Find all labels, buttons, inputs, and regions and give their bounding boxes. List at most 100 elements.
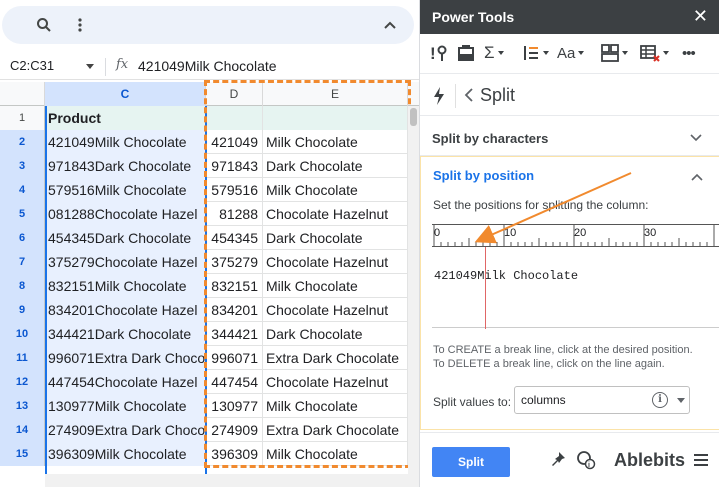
pin-icon[interactable] xyxy=(550,451,566,472)
info-icon[interactable]: i xyxy=(652,392,668,408)
split-values-select[interactable]: columns i xyxy=(514,386,690,414)
chevron-up-icon[interactable] xyxy=(691,169,703,181)
row-number[interactable]: 13 xyxy=(0,394,45,418)
cell[interactable]: 454345Dark Chocolate xyxy=(45,226,206,250)
row-number[interactable]: 11 xyxy=(0,346,45,370)
text-icon[interactable] xyxy=(522,42,549,64)
cell[interactable]: 421049 xyxy=(206,130,263,154)
row-number[interactable]: 7 xyxy=(0,250,45,274)
cell[interactable]: 396309Milk Chocolate xyxy=(45,442,206,466)
cell[interactable]: Chocolate Hazelnut xyxy=(263,298,408,322)
row-number[interactable]: 14 xyxy=(0,418,45,442)
cell[interactable]: 454345 xyxy=(206,226,263,250)
row-number[interactable]: 12 xyxy=(0,370,45,394)
cell[interactable]: 081288Chocolate Hazel xyxy=(45,202,206,226)
formulas-sigma-icon[interactable]: Σ xyxy=(484,42,504,64)
cell[interactable]: Milk Chocolate xyxy=(263,442,408,466)
cell[interactable]: 971843 xyxy=(206,154,263,178)
cell[interactable]: 996071 xyxy=(206,346,263,370)
cell[interactable]: Product xyxy=(45,106,206,130)
cell[interactable]: 447454 xyxy=(206,370,263,394)
break-line[interactable] xyxy=(485,247,486,329)
formula-input[interactable]: 421049Milk Chocolate xyxy=(138,58,277,74)
cell[interactable]: 396309 xyxy=(206,442,263,466)
corner-cell[interactable] xyxy=(0,82,45,106)
vertical-scrollbar[interactable] xyxy=(408,106,419,478)
horizontal-scrollbar[interactable] xyxy=(45,474,419,487)
cell[interactable]: 344421 xyxy=(206,322,263,346)
cell[interactable] xyxy=(263,106,408,130)
cell[interactable]: 344421Dark Chocolate xyxy=(45,322,206,346)
collapse-chevron-icon[interactable] xyxy=(380,15,400,35)
cell[interactable]: Dark Chocolate xyxy=(263,322,408,346)
namebox-dropdown-icon[interactable] xyxy=(86,64,94,69)
dropdown-arrow-icon[interactable] xyxy=(677,398,685,403)
cell[interactable]: 274909Extra Dark Choco xyxy=(45,418,206,442)
back-chevron-icon[interactable] xyxy=(464,83,474,108)
row-number[interactable]: 8 xyxy=(0,274,45,298)
cell[interactable]: Milk Chocolate xyxy=(263,178,408,202)
row-number[interactable]: 4 xyxy=(0,178,45,202)
cell[interactable]: 834201 xyxy=(206,298,263,322)
cell[interactable]: 81288 xyxy=(206,202,263,226)
close-icon[interactable]: ✕ xyxy=(693,6,708,27)
row-number[interactable]: 2 xyxy=(0,130,45,154)
position-ruler[interactable]: 0 10 20 30 xyxy=(432,225,719,247)
column-header-e[interactable]: E xyxy=(263,82,408,106)
row-number[interactable]: 1 xyxy=(0,106,45,130)
cell[interactable]: Milk Chocolate xyxy=(263,274,408,298)
tools-icon[interactable]: ! xyxy=(430,42,450,64)
cell[interactable]: 579516 xyxy=(206,178,263,202)
scroll-thumb[interactable] xyxy=(410,108,417,126)
cell[interactable]: Extra Dark Chocolate xyxy=(263,418,408,442)
cell[interactable]: Milk Chocolate xyxy=(263,130,408,154)
cell[interactable]: 375279 xyxy=(206,250,263,274)
table-icon[interactable] xyxy=(640,42,669,64)
lightning-icon[interactable] xyxy=(432,86,446,106)
clear-icon[interactable] xyxy=(457,42,475,64)
cell[interactable] xyxy=(206,106,263,130)
cell[interactable]: 447454Chocolate Hazel xyxy=(45,370,206,394)
cell[interactable]: Chocolate Hazelnut xyxy=(263,250,408,274)
cell[interactable]: 832151Milk Chocolate xyxy=(45,274,206,298)
split-by-characters-section[interactable]: Split by characters xyxy=(420,120,719,156)
help-icon[interactable]: i xyxy=(576,450,596,473)
chevron-down-icon[interactable] xyxy=(690,130,702,142)
cell[interactable]: 579516Milk Chocolate xyxy=(45,178,206,202)
section-label[interactable]: Split by characters xyxy=(432,131,548,146)
cell[interactable]: 832151 xyxy=(206,274,263,298)
cell[interactable]: Chocolate Hazelnut xyxy=(263,370,408,394)
cell[interactable]: 996071Extra Dark Choco xyxy=(45,346,206,370)
row-number[interactable]: 10 xyxy=(0,322,45,346)
cell[interactable]: 274909 xyxy=(206,418,263,442)
row-number[interactable]: 6 xyxy=(0,226,45,250)
cell[interactable]: Milk Chocolate xyxy=(263,394,408,418)
menu-icon[interactable] xyxy=(694,454,708,466)
cell[interactable]: Dark Chocolate xyxy=(263,226,408,250)
cell[interactable]: 834201Chocolate Hazel xyxy=(45,298,206,322)
search-icon[interactable] xyxy=(34,15,54,35)
table-row: 15 396309Milk Chocolate 396309 Milk Chocola… xyxy=(0,442,419,466)
cell[interactable]: 971843Dark Chocolate xyxy=(45,154,206,178)
cell[interactable]: Extra Dark Chocolate xyxy=(263,346,408,370)
split-preview[interactable]: 0 10 20 30 421049Milk Chocolate xyxy=(432,224,719,329)
cell[interactable]: 130977 xyxy=(206,394,263,418)
row-number[interactable]: 9 xyxy=(0,298,45,322)
cell[interactable]: 130977Milk Chocolate xyxy=(45,394,206,418)
merge-icon[interactable] xyxy=(601,42,628,64)
cell[interactable]: Dark Chocolate xyxy=(263,154,408,178)
cell[interactable]: 375279Chocolate Hazel xyxy=(45,250,206,274)
column-header-c[interactable]: C xyxy=(45,82,206,106)
section-label-active[interactable]: Split by position xyxy=(433,168,534,183)
cell[interactable]: Chocolate Hazelnut xyxy=(263,202,408,226)
more-vert-icon[interactable] xyxy=(70,15,90,35)
row-number[interactable]: 15 xyxy=(0,442,45,466)
more-icon[interactable]: ••• xyxy=(682,42,696,64)
row-number[interactable]: 5 xyxy=(0,202,45,226)
cell[interactable]: 421049Milk Chocolate xyxy=(45,130,206,154)
column-header-d[interactable]: D xyxy=(206,82,263,106)
split-button[interactable]: Split xyxy=(432,447,510,477)
font-case-icon[interactable]: Aa xyxy=(557,42,585,64)
namebox[interactable]: C2:C31 xyxy=(10,58,54,73)
row-number[interactable]: 3 xyxy=(0,154,45,178)
